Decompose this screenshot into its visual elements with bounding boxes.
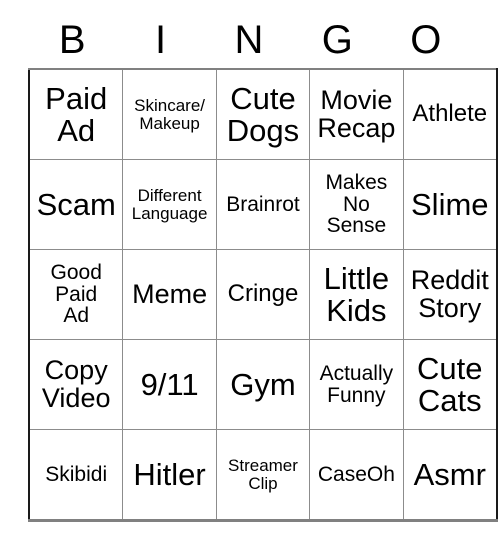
bingo-cell-label: Asmr xyxy=(413,456,486,492)
header-letter-b: B xyxy=(58,18,86,62)
bingo-row: Paid Ad Skincare/ Makeup Cute Dogs Movie… xyxy=(28,68,498,160)
bingo-cell-label: Skincare/ Makeup xyxy=(134,96,206,133)
bingo-cell[interactable]: Paid Ad xyxy=(28,68,124,160)
bingo-cell-label: Reddit Story xyxy=(410,264,489,323)
bingo-cell-label: Actually Funny xyxy=(319,362,394,407)
header-letter-n: N xyxy=(234,18,264,62)
bingo-row: Good Paid Ad Meme Cringe Little Kids Red… xyxy=(28,249,498,340)
bingo-cell[interactable]: CaseOh xyxy=(309,429,404,521)
bingo-cell-label: Cute Dogs xyxy=(226,80,300,148)
bingo-cell[interactable]: Meme xyxy=(122,249,217,340)
bingo-cell-label: Paid Ad xyxy=(45,80,108,148)
bingo-cell-label: Movie Recap xyxy=(317,84,396,143)
bingo-cell-label: Little Kids xyxy=(323,260,390,328)
bingo-row: Skibidi Hitler Streamer Clip CaseOh Asmr xyxy=(28,429,498,521)
bingo-cell-label: Gym xyxy=(230,366,296,402)
bingo-cell[interactable]: Little Kids xyxy=(309,249,404,340)
bingo-cell-label: Slime xyxy=(411,186,489,222)
bingo-cell[interactable]: Movie Recap xyxy=(309,68,404,160)
bingo-header: B I N G O xyxy=(28,12,470,68)
bingo-row: Scam Different Language Brainrot Makes N… xyxy=(28,159,498,250)
bingo-cell-label: Makes No Sense xyxy=(325,171,388,238)
bingo-cell-label: Good Paid Ad xyxy=(50,261,102,328)
bingo-cell-label: Meme xyxy=(132,278,208,309)
bingo-cell[interactable]: Copy Video xyxy=(28,339,124,430)
bingo-cell-label: Skibidi xyxy=(45,462,108,486)
bingo-cell[interactable]: Skibidi xyxy=(28,429,124,521)
bingo-cell-label: Brainrot xyxy=(226,192,300,216)
bingo-cell[interactable]: Gym xyxy=(215,339,311,430)
bingo-cell[interactable]: Skincare/ Makeup xyxy=(122,68,217,160)
bingo-cell-label: Athlete xyxy=(412,100,488,128)
bingo-cell-label: Hitler xyxy=(133,456,206,492)
bingo-cell[interactable]: Reddit Story xyxy=(402,249,498,340)
bingo-cell[interactable]: Actually Funny xyxy=(309,339,404,430)
bingo-cell-label: CaseOh xyxy=(317,462,395,486)
bingo-cell-label: Scam xyxy=(36,186,116,222)
bingo-cell[interactable]: Different Language xyxy=(122,159,217,250)
bingo-cell[interactable]: Asmr xyxy=(402,429,498,521)
bingo-cell[interactable]: Hitler xyxy=(122,429,217,521)
bingo-cell[interactable]: Cringe xyxy=(215,249,311,340)
bingo-cell[interactable]: Athlete xyxy=(402,68,498,160)
bingo-cell[interactable]: Streamer Clip xyxy=(215,429,311,521)
bingo-grid: Paid Ad Skincare/ Makeup Cute Dogs Movie… xyxy=(28,68,498,522)
header-letter-g: G xyxy=(321,18,353,62)
bingo-cell-label: Streamer Clip xyxy=(228,456,298,493)
bingo-cell[interactable]: Makes No Sense xyxy=(309,159,404,250)
bingo-cell-label: Copy Video xyxy=(41,354,111,413)
header-letter-o: O xyxy=(410,18,442,62)
bingo-cell-label: Cute Cats xyxy=(417,350,483,418)
bingo-cell[interactable]: Cute Dogs xyxy=(215,68,311,160)
header-letter-i: I xyxy=(155,18,167,62)
bingo-cell[interactable]: Brainrot xyxy=(215,159,311,250)
bingo-cell[interactable]: Scam xyxy=(28,159,124,250)
bingo-row: Copy Video 9/11 Gym Actually Funny Cute … xyxy=(28,339,498,430)
bingo-cell[interactable]: Good Paid Ad xyxy=(28,249,124,340)
bingo-cell-label: Different Language xyxy=(131,186,208,223)
bingo-cell-label: 9/11 xyxy=(140,366,199,402)
bingo-cell-label: Cringe xyxy=(227,280,299,308)
bingo-cell[interactable]: Cute Cats xyxy=(402,339,498,430)
bingo-cell[interactable]: 9/11 xyxy=(122,339,217,430)
bingo-card: B I N G O Paid Ad Skincare/ Makeup Cute … xyxy=(28,12,498,522)
bingo-cell[interactable]: Slime xyxy=(402,159,498,250)
